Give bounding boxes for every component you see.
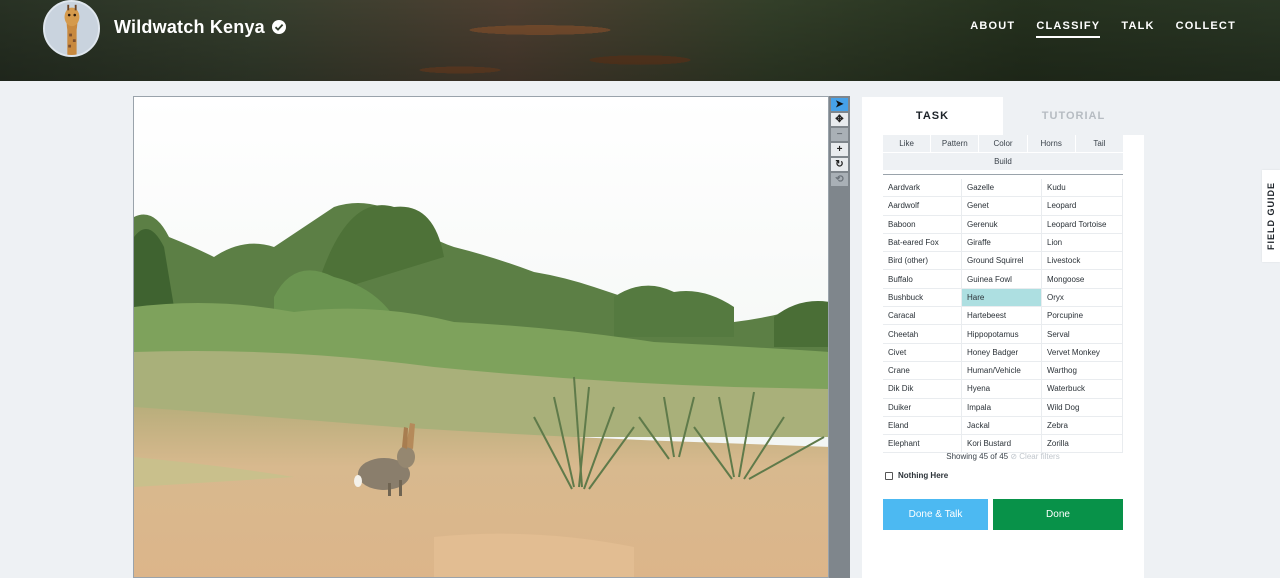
project-header: Wildwatch Kenya ABOUT CLASSIFY TALK COLL… — [0, 0, 1280, 81]
filter-horns[interactable]: Horns — [1027, 135, 1075, 152]
species-option[interactable]: Vervet Monkey — [1042, 343, 1123, 362]
species-option[interactable]: Livestock — [1042, 252, 1123, 271]
species-grid: Aardvark Gazelle Kudu Aardwolf Genet Leopard B… — [883, 179, 1123, 454]
filter-pattern[interactable]: Pattern — [931, 135, 979, 152]
species-option[interactable]: Eland — [883, 416, 962, 436]
species-option[interactable]: Leopard Tortoise — [1042, 215, 1123, 234]
species-option[interactable]: Waterbuck — [1042, 380, 1123, 399]
filter-divider — [883, 174, 1123, 175]
reset-icon[interactable]: ⟲ — [831, 173, 848, 186]
project-avatar[interactable] — [43, 0, 100, 57]
tab-tutorial[interactable]: TUTORIAL — [1003, 97, 1144, 135]
species-option[interactable]: Baboon — [883, 215, 962, 234]
species-option[interactable]: Dik Dik — [883, 380, 962, 399]
project-title[interactable]: Wildwatch Kenya — [114, 17, 265, 38]
species-option[interactable]: Lion — [1042, 233, 1123, 253]
giraffe-avatar-icon — [45, 2, 98, 55]
species-option[interactable]: Bat-eared Fox — [883, 233, 962, 253]
species-option[interactable]: Aardvark — [883, 179, 962, 198]
species-option[interactable]: Hyena — [962, 380, 1042, 399]
subject-image-viewer[interactable] — [133, 96, 829, 578]
image-toolbar: ➤ ✥ − + ↻ ⟲ — [829, 96, 850, 578]
species-option[interactable]: Hartebeest — [962, 307, 1042, 326]
project-nav: ABOUT CLASSIFY TALK COLLECT — [970, 20, 1236, 38]
move-icon[interactable]: ✥ — [831, 113, 848, 126]
species-option[interactable]: Elephant — [883, 435, 962, 454]
rotate-icon[interactable]: ↻ — [831, 158, 848, 171]
nav-classify[interactable]: CLASSIFY — [1036, 20, 1101, 38]
filter-color[interactable]: Color — [979, 135, 1027, 152]
species-option[interactable]: Aardwolf — [883, 197, 962, 216]
done-button[interactable]: Done — [993, 499, 1123, 530]
species-option[interactable]: Giraffe — [962, 233, 1042, 253]
species-option[interactable]: Cheetah — [883, 325, 962, 344]
species-option[interactable]: Zorilla — [1042, 435, 1123, 454]
filter-build[interactable]: Build — [883, 153, 1123, 170]
species-option[interactable]: Gerenuk — [962, 215, 1042, 234]
species-option[interactable]: Honey Badger — [962, 343, 1042, 362]
species-option[interactable]: Guinea Fowl — [962, 270, 1042, 289]
species-option[interactable]: Hare — [962, 288, 1042, 308]
nothing-here-checkbox[interactable]: Nothing Here — [885, 471, 948, 480]
species-option[interactable]: Gazelle — [962, 179, 1042, 198]
species-option[interactable]: Zebra — [1042, 416, 1123, 436]
nav-collect[interactable]: COLLECT — [1176, 20, 1236, 38]
species-option[interactable]: Impala — [962, 398, 1042, 417]
checkbox-icon[interactable] — [885, 471, 893, 480]
species-option[interactable]: Hippopotamus — [962, 325, 1042, 344]
species-option[interactable]: Jackal — [962, 416, 1042, 436]
species-option[interactable]: Leopard — [1042, 197, 1123, 216]
species-option[interactable]: Warthog — [1042, 361, 1123, 381]
showing-text: Showing 45 of 45 — [946, 452, 1009, 461]
species-option[interactable]: Bushbuck — [883, 288, 962, 308]
species-option[interactable]: Oryx — [1042, 288, 1123, 308]
species-option[interactable]: Bird (other) — [883, 252, 962, 271]
species-option[interactable]: Kudu — [1042, 179, 1123, 198]
zoom-in-icon[interactable]: + — [831, 143, 848, 156]
species-option[interactable]: Human/Vehicle — [962, 361, 1042, 381]
nothing-here-label: Nothing Here — [898, 471, 949, 480]
nav-talk[interactable]: TALK — [1121, 20, 1154, 38]
species-option[interactable]: Mongoose — [1042, 270, 1123, 289]
verified-badge-icon — [272, 20, 286, 34]
task-tabs: TASK TUTORIAL — [862, 97, 1144, 135]
species-option[interactable]: Wild Dog — [1042, 398, 1123, 417]
species-option[interactable]: Porcupine — [1042, 307, 1123, 326]
species-option[interactable]: Crane — [883, 361, 962, 381]
done-and-talk-button[interactable]: Done & Talk — [883, 499, 988, 530]
species-option[interactable]: Buffalo — [883, 270, 962, 289]
field-guide-label: FIELD GUIDE — [1266, 181, 1277, 251]
species-option[interactable]: Kori Bustard — [962, 435, 1042, 454]
camera-trap-image — [134, 97, 828, 577]
species-option[interactable]: Caracal — [883, 307, 962, 326]
species-option[interactable]: Serval — [1042, 325, 1123, 344]
clear-filters-link[interactable]: ⊘ Clear filters — [1010, 452, 1059, 461]
field-guide-tab[interactable]: FIELD GUIDE — [1262, 170, 1280, 262]
filter-tail[interactable]: Tail — [1075, 135, 1124, 152]
task-panel: TASK TUTORIAL Like Pattern Color Horns T… — [862, 97, 1144, 578]
clear-filters-label: Clear filters — [1019, 452, 1060, 461]
tab-task[interactable]: TASK — [862, 97, 1003, 135]
species-option[interactable]: Civet — [883, 343, 962, 362]
species-option[interactable]: Genet — [962, 197, 1042, 216]
species-filters: Like Pattern Color Horns Tail Build — [883, 135, 1124, 175]
species-option[interactable]: Duiker — [883, 398, 962, 417]
species-count: Showing 45 of 45 ⊘ Clear filters — [883, 452, 1123, 461]
pointer-icon[interactable]: ➤ — [831, 98, 848, 111]
filter-like[interactable]: Like — [883, 135, 931, 152]
species-option[interactable]: Ground Squirrel — [962, 252, 1042, 271]
nav-about[interactable]: ABOUT — [970, 20, 1015, 38]
zoom-out-icon[interactable]: − — [831, 128, 848, 141]
